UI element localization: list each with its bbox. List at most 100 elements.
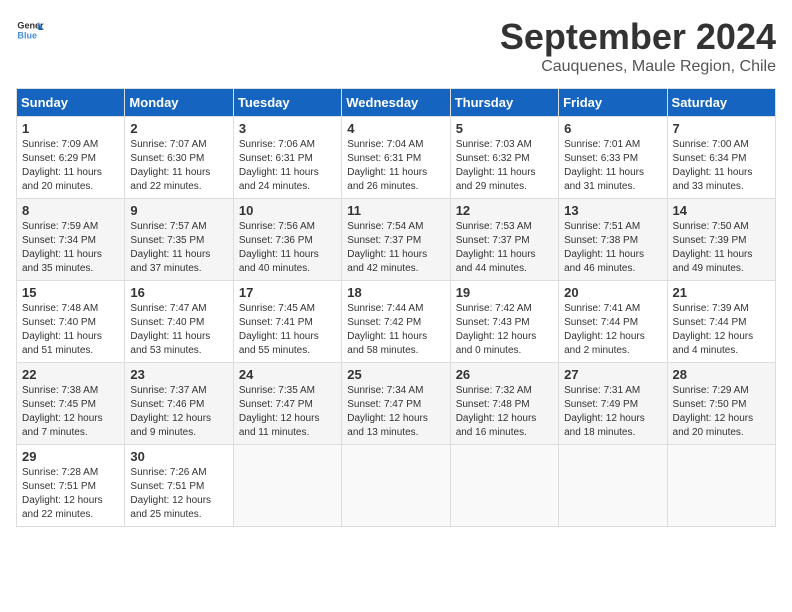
table-row: 29 Sunrise: 7:28 AMSunset: 7:51 PMDaylig… [17, 445, 125, 527]
table-row: 20 Sunrise: 7:41 AMSunset: 7:44 PMDaylig… [559, 281, 667, 363]
table-row [342, 445, 450, 527]
day-info: Sunrise: 7:04 AMSunset: 6:31 PMDaylight:… [347, 139, 427, 192]
table-row: 19 Sunrise: 7:42 AMSunset: 7:43 PMDaylig… [450, 281, 558, 363]
day-number: 1 [22, 121, 119, 136]
day-info: Sunrise: 7:38 AMSunset: 7:45 PMDaylight:… [22, 385, 103, 438]
header-sunday: Sunday [17, 89, 125, 117]
day-number: 8 [22, 203, 119, 218]
day-info: Sunrise: 7:59 AMSunset: 7:34 PMDaylight:… [22, 221, 102, 274]
day-number: 16 [130, 285, 227, 300]
day-number: 19 [456, 285, 553, 300]
table-row: 4 Sunrise: 7:04 AMSunset: 6:31 PMDayligh… [342, 117, 450, 199]
day-info: Sunrise: 7:37 AMSunset: 7:46 PMDaylight:… [130, 385, 211, 438]
day-number: 28 [673, 367, 770, 382]
table-row: 22 Sunrise: 7:38 AMSunset: 7:45 PMDaylig… [17, 363, 125, 445]
day-number: 20 [564, 285, 661, 300]
day-number: 4 [347, 121, 444, 136]
day-number: 2 [130, 121, 227, 136]
table-row: 28 Sunrise: 7:29 AMSunset: 7:50 PMDaylig… [667, 363, 775, 445]
table-row: 14 Sunrise: 7:50 AMSunset: 7:39 PMDaylig… [667, 199, 775, 281]
table-row: 11 Sunrise: 7:54 AMSunset: 7:37 PMDaylig… [342, 199, 450, 281]
day-number: 24 [239, 367, 336, 382]
calendar-week-row: 29 Sunrise: 7:28 AMSunset: 7:51 PMDaylig… [17, 445, 776, 527]
day-info: Sunrise: 7:54 AMSunset: 7:37 PMDaylight:… [347, 221, 427, 274]
table-row: 2 Sunrise: 7:07 AMSunset: 6:30 PMDayligh… [125, 117, 233, 199]
day-info: Sunrise: 7:45 AMSunset: 7:41 PMDaylight:… [239, 303, 319, 356]
calendar-week-row: 15 Sunrise: 7:48 AMSunset: 7:40 PMDaylig… [17, 281, 776, 363]
day-number: 26 [456, 367, 553, 382]
day-number: 23 [130, 367, 227, 382]
day-info: Sunrise: 7:44 AMSunset: 7:42 PMDaylight:… [347, 303, 427, 356]
table-row: 13 Sunrise: 7:51 AMSunset: 7:38 PMDaylig… [559, 199, 667, 281]
calendar-week-row: 1 Sunrise: 7:09 AMSunset: 6:29 PMDayligh… [17, 117, 776, 199]
table-row [233, 445, 341, 527]
day-number: 30 [130, 449, 227, 464]
header-tuesday: Tuesday [233, 89, 341, 117]
day-info: Sunrise: 7:41 AMSunset: 7:44 PMDaylight:… [564, 303, 645, 356]
calendar-week-row: 22 Sunrise: 7:38 AMSunset: 7:45 PMDaylig… [17, 363, 776, 445]
table-row: 18 Sunrise: 7:44 AMSunset: 7:42 PMDaylig… [342, 281, 450, 363]
calendar-table: Sunday Monday Tuesday Wednesday Thursday… [16, 88, 776, 527]
logo-icon: General Blue [16, 16, 44, 44]
day-info: Sunrise: 7:09 AMSunset: 6:29 PMDaylight:… [22, 139, 102, 192]
day-number: 9 [130, 203, 227, 218]
day-number: 17 [239, 285, 336, 300]
table-row: 12 Sunrise: 7:53 AMSunset: 7:37 PMDaylig… [450, 199, 558, 281]
day-info: Sunrise: 7:47 AMSunset: 7:40 PMDaylight:… [130, 303, 210, 356]
table-row: 1 Sunrise: 7:09 AMSunset: 6:29 PMDayligh… [17, 117, 125, 199]
table-row: 30 Sunrise: 7:26 AMSunset: 7:51 PMDaylig… [125, 445, 233, 527]
table-row: 15 Sunrise: 7:48 AMSunset: 7:40 PMDaylig… [17, 281, 125, 363]
header-wednesday: Wednesday [342, 89, 450, 117]
table-row: 27 Sunrise: 7:31 AMSunset: 7:49 PMDaylig… [559, 363, 667, 445]
day-info: Sunrise: 7:42 AMSunset: 7:43 PMDaylight:… [456, 303, 537, 356]
location-title: Cauquenes, Maule Region, Chile [500, 58, 776, 76]
header-saturday: Saturday [667, 89, 775, 117]
day-number: 7 [673, 121, 770, 136]
day-info: Sunrise: 7:53 AMSunset: 7:37 PMDaylight:… [456, 221, 536, 274]
day-info: Sunrise: 7:28 AMSunset: 7:51 PMDaylight:… [22, 467, 103, 520]
table-row [559, 445, 667, 527]
weekday-header-row: Sunday Monday Tuesday Wednesday Thursday… [17, 89, 776, 117]
day-info: Sunrise: 7:56 AMSunset: 7:36 PMDaylight:… [239, 221, 319, 274]
day-number: 29 [22, 449, 119, 464]
day-number: 18 [347, 285, 444, 300]
day-number: 21 [673, 285, 770, 300]
table-row: 25 Sunrise: 7:34 AMSunset: 7:47 PMDaylig… [342, 363, 450, 445]
day-info: Sunrise: 7:34 AMSunset: 7:47 PMDaylight:… [347, 385, 428, 438]
table-row: 8 Sunrise: 7:59 AMSunset: 7:34 PMDayligh… [17, 199, 125, 281]
title-area: September 2024 Cauquenes, Maule Region, … [500, 16, 776, 76]
day-info: Sunrise: 7:57 AMSunset: 7:35 PMDaylight:… [130, 221, 210, 274]
day-number: 12 [456, 203, 553, 218]
day-info: Sunrise: 7:32 AMSunset: 7:48 PMDaylight:… [456, 385, 537, 438]
calendar-week-row: 8 Sunrise: 7:59 AMSunset: 7:34 PMDayligh… [17, 199, 776, 281]
table-row: 7 Sunrise: 7:00 AMSunset: 6:34 PMDayligh… [667, 117, 775, 199]
day-number: 15 [22, 285, 119, 300]
table-row: 21 Sunrise: 7:39 AMSunset: 7:44 PMDaylig… [667, 281, 775, 363]
table-row [450, 445, 558, 527]
day-number: 11 [347, 203, 444, 218]
day-info: Sunrise: 7:07 AMSunset: 6:30 PMDaylight:… [130, 139, 210, 192]
header-friday: Friday [559, 89, 667, 117]
day-info: Sunrise: 7:29 AMSunset: 7:50 PMDaylight:… [673, 385, 754, 438]
table-row: 23 Sunrise: 7:37 AMSunset: 7:46 PMDaylig… [125, 363, 233, 445]
table-row: 6 Sunrise: 7:01 AMSunset: 6:33 PMDayligh… [559, 117, 667, 199]
day-info: Sunrise: 7:35 AMSunset: 7:47 PMDaylight:… [239, 385, 320, 438]
day-info: Sunrise: 7:48 AMSunset: 7:40 PMDaylight:… [22, 303, 102, 356]
table-row: 9 Sunrise: 7:57 AMSunset: 7:35 PMDayligh… [125, 199, 233, 281]
table-row: 16 Sunrise: 7:47 AMSunset: 7:40 PMDaylig… [125, 281, 233, 363]
day-number: 10 [239, 203, 336, 218]
day-number: 13 [564, 203, 661, 218]
table-row: 3 Sunrise: 7:06 AMSunset: 6:31 PMDayligh… [233, 117, 341, 199]
day-info: Sunrise: 7:00 AMSunset: 6:34 PMDaylight:… [673, 139, 753, 192]
table-row: 26 Sunrise: 7:32 AMSunset: 7:48 PMDaylig… [450, 363, 558, 445]
day-info: Sunrise: 7:06 AMSunset: 6:31 PMDaylight:… [239, 139, 319, 192]
header-monday: Monday [125, 89, 233, 117]
header-thursday: Thursday [450, 89, 558, 117]
day-info: Sunrise: 7:39 AMSunset: 7:44 PMDaylight:… [673, 303, 754, 356]
day-number: 5 [456, 121, 553, 136]
table-row: 24 Sunrise: 7:35 AMSunset: 7:47 PMDaylig… [233, 363, 341, 445]
table-row: 10 Sunrise: 7:56 AMSunset: 7:36 PMDaylig… [233, 199, 341, 281]
day-info: Sunrise: 7:50 AMSunset: 7:39 PMDaylight:… [673, 221, 753, 274]
page-header: General Blue September 2024 Cauquenes, M… [16, 16, 776, 76]
day-number: 6 [564, 121, 661, 136]
